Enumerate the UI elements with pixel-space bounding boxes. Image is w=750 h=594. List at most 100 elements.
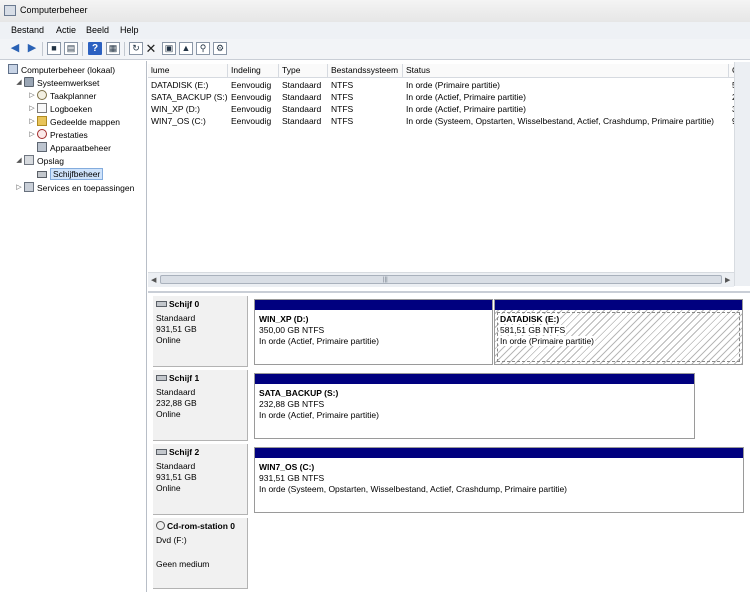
partition-size: 350,00 GB NTFS bbox=[259, 325, 325, 335]
disk-icon bbox=[37, 171, 47, 178]
back-arrow-icon[interactable]: ◀ bbox=[8, 42, 22, 55]
partition-win-xp[interactable]: WIN_XP (D:) 350,00 GB NTFS In orde (Acti… bbox=[254, 299, 493, 365]
menu-actie[interactable]: Actie bbox=[56, 25, 76, 35]
expand-icon[interactable]: ▷ bbox=[28, 103, 36, 115]
properties-icon[interactable]: ▦ bbox=[106, 42, 120, 55]
expand-icon[interactable]: ▷ bbox=[28, 129, 36, 141]
tree-item-opslag[interactable]: ◢ Opslag bbox=[16, 155, 64, 167]
disk-2-state: Online bbox=[156, 483, 181, 493]
zoom-icon[interactable]: ⚲ bbox=[196, 42, 210, 55]
disk-2-label[interactable]: Schijf 2 Standaard 931,51 GB Online bbox=[153, 444, 248, 515]
computer-management-icon bbox=[4, 5, 16, 16]
partition-bar bbox=[495, 300, 742, 310]
services-icon bbox=[24, 182, 34, 192]
tree-item-taakplanner[interactable]: ▷ Taakplanner bbox=[29, 90, 96, 102]
disk-1-size: 232,88 GB bbox=[156, 398, 197, 408]
tree-item-systeemwerkset[interactable]: ◢ Systeemwerkset bbox=[16, 77, 99, 89]
log-icon bbox=[37, 103, 47, 113]
help-icon[interactable]: ? bbox=[88, 42, 102, 55]
partition-size: 232,88 GB NTFS bbox=[259, 399, 325, 409]
horizontal-scrollbar[interactable]: ◀ ||| ▶ bbox=[148, 272, 734, 287]
forward-arrow-icon[interactable]: ▶ bbox=[25, 42, 39, 55]
menu-bestand[interactable]: Bestand bbox=[11, 25, 44, 35]
cell-type: Standaard bbox=[282, 80, 322, 90]
disk-graphical-view: Schijf 0 Standaard 931,51 GB Online WIN_… bbox=[148, 291, 750, 594]
expand-icon[interactable]: ▷ bbox=[15, 182, 23, 194]
folder-icon bbox=[37, 116, 47, 126]
column-header-status[interactable]: Status bbox=[403, 64, 729, 77]
console-tree: Computerbeheer (lokaal) ◢ Systeemwerkset… bbox=[4, 61, 147, 592]
tree-item-gedeelde-mappen[interactable]: ▷ Gedeelde mappen bbox=[29, 116, 120, 128]
column-header-indeling[interactable]: Indeling bbox=[228, 64, 279, 77]
expand-icon[interactable]: ▷ bbox=[28, 90, 36, 102]
cell-indeling: Eenvoudig bbox=[231, 116, 272, 126]
menu-beeld[interactable]: Beeld bbox=[86, 25, 109, 35]
partition-sata-backup[interactable]: SATA_BACKUP (S:) 232,88 GB NTFS In orde … bbox=[254, 373, 695, 439]
column-header-bestandssysteem[interactable]: Bestandssysteem bbox=[328, 64, 403, 77]
open-icon[interactable]: ▲ bbox=[179, 42, 193, 55]
scroll-left-icon[interactable]: ◀ bbox=[151, 276, 156, 284]
cell-type: Standaard bbox=[282, 104, 322, 114]
list-header: lume Indeling Type Bestandssysteem Statu… bbox=[148, 64, 750, 78]
cell-indeling: Eenvoudig bbox=[231, 92, 272, 102]
cell-volume: WIN_XP (D:) bbox=[151, 104, 200, 114]
table-row[interactable]: DATADISK (E:) Eenvoudig Standaard NTFS I… bbox=[148, 79, 750, 91]
menu-bar: Bestand Actie Beeld Help bbox=[0, 22, 750, 40]
toolbar-separator bbox=[42, 42, 43, 56]
column-header-type[interactable]: Type bbox=[279, 64, 328, 77]
partition-win7-os[interactable]: WIN7_OS (C:) 931,51 GB NTFS In orde (Sys… bbox=[254, 447, 744, 513]
cdrom-label[interactable]: Cd-rom-station 0 Dvd (F:) Geen medium bbox=[153, 518, 248, 589]
disk-0-label[interactable]: Schijf 0 Standaard 931,51 GB Online bbox=[153, 296, 248, 367]
volume-list: lume Indeling Type Bestandssysteem Statu… bbox=[148, 62, 750, 290]
collapse-icon[interactable]: ◢ bbox=[15, 155, 23, 167]
menu-help[interactable]: Help bbox=[120, 25, 139, 35]
up-folder-icon[interactable]: ■ bbox=[47, 42, 61, 55]
cell-type: Standaard bbox=[282, 116, 322, 126]
partition-name: SATA_BACKUP (S:) bbox=[259, 388, 339, 398]
settings-icon[interactable]: ⚙ bbox=[213, 42, 227, 55]
grip-icon: ||| bbox=[383, 277, 388, 283]
refresh-icon[interactable]: ↻ bbox=[129, 42, 143, 55]
cell-bestandssysteem: NTFS bbox=[331, 80, 354, 90]
partition-status: In orde (Actief, Primaire partitie) bbox=[259, 336, 379, 346]
disk-2-size: 931,51 GB bbox=[156, 472, 197, 482]
computer-icon bbox=[8, 64, 18, 74]
cell-status: In orde (Actief, Primaire partitie) bbox=[406, 104, 526, 114]
tree-item-logboeken[interactable]: ▷ Logboeken bbox=[29, 103, 92, 115]
table-row[interactable]: WIN7_OS (C:) Eenvoudig Standaard NTFS In… bbox=[148, 115, 750, 127]
table-row[interactable]: SATA_BACKUP (S:) Eenvoudig Standaard NTF… bbox=[148, 91, 750, 103]
column-header-volume[interactable]: lume bbox=[148, 64, 228, 77]
tree-item-services[interactable]: ▷ Services en toepassingen bbox=[16, 182, 134, 194]
action-icon[interactable]: ▣ bbox=[162, 42, 176, 55]
table-row[interactable]: WIN_XP (D:) Eenvoudig Standaard NTFS In … bbox=[148, 103, 750, 115]
tools-icon bbox=[24, 77, 34, 87]
cd-rom-icon bbox=[156, 521, 165, 530]
vertical-scrollbar[interactable] bbox=[734, 62, 750, 286]
cell-bestandssysteem: NTFS bbox=[331, 116, 354, 126]
partition-bar bbox=[255, 448, 743, 458]
console-tree-icon[interactable]: ▤ bbox=[64, 42, 78, 55]
partition-size: 931,51 GB NTFS bbox=[259, 473, 325, 483]
hard-disk-icon bbox=[156, 449, 167, 455]
expand-icon[interactable]: ▷ bbox=[28, 116, 36, 128]
tree-item-computerbeheer[interactable]: Computerbeheer (lokaal) bbox=[8, 64, 115, 76]
scrollbar-thumb[interactable]: ||| bbox=[160, 275, 722, 284]
toolbar-separator bbox=[124, 42, 125, 56]
collapse-icon[interactable]: ◢ bbox=[15, 77, 23, 89]
cell-bestandssysteem: NTFS bbox=[331, 104, 354, 114]
partition-status: In orde (Actief, Primaire partitie) bbox=[259, 410, 379, 420]
delete-icon[interactable]: ✕ bbox=[144, 42, 158, 55]
disk-1-label[interactable]: Schijf 1 Standaard 232,88 GB Online bbox=[153, 370, 248, 441]
cdrom-state: Geen medium bbox=[156, 559, 210, 569]
tree-item-schijfbeheer[interactable]: Schijfbeheer bbox=[37, 168, 104, 180]
disk-1-state: Online bbox=[156, 409, 181, 419]
scroll-right-icon[interactable]: ▶ bbox=[725, 276, 730, 284]
cell-status: In orde (Primaire partitie) bbox=[406, 80, 501, 90]
partition-size: 581,51 GB NTFS bbox=[499, 325, 567, 335]
tree-item-apparaatbeheer[interactable]: Apparaatbeheer bbox=[37, 142, 111, 154]
partition-bar bbox=[255, 300, 492, 310]
tree-item-prestaties[interactable]: ▷ Prestaties bbox=[29, 129, 88, 141]
partition-datadisk[interactable]: DATADISK (E:) 581,51 GB NTFS In orde (Pr… bbox=[494, 299, 743, 365]
disk-0-name: Schijf 0 bbox=[156, 299, 199, 309]
cdrom-name: Cd-rom-station 0 bbox=[156, 521, 235, 531]
